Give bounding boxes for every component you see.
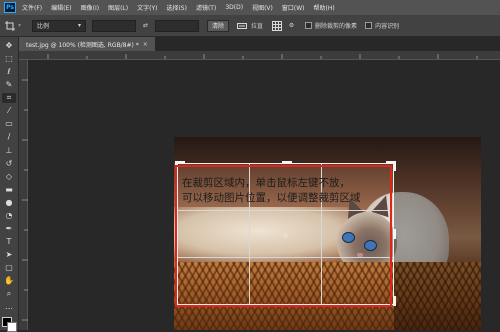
gradient-tool-icon[interactable]: ▬ bbox=[2, 185, 16, 195]
ratio-select[interactable]: 比例 ▾ bbox=[32, 19, 87, 32]
document-tab-title: test.jpg @ 100% (检测图选, RGB/8#) * bbox=[26, 41, 139, 49]
tools-panel: ✥ ⬚ ℓ ✎ ⌗ ⁄ ▭ ∕ ⊥ ↺ ◇ ▬ ● ◔ ✒ T ➤ ▢ ✋ ⌕ … bbox=[0, 37, 19, 332]
crop-handle-right[interactable] bbox=[393, 229, 396, 239]
annotation-caption: 在裁剪区域内，单击鼠标左键不放， 可以移动图片位置，以便调整裁剪区域 bbox=[182, 177, 361, 204]
type-tool-icon[interactable]: T bbox=[2, 237, 16, 247]
menu-view[interactable]: 视图(V) bbox=[252, 3, 273, 12]
zoom-tool-icon[interactable]: ⌕ bbox=[2, 289, 16, 299]
photoshop-logo[interactable]: Ps bbox=[4, 2, 16, 13]
options-bar: ▾ 比例 ▾ ⇄ 清除 拉直 ⚙ 删除裁剪的像素 内容识别 bbox=[0, 15, 500, 37]
shape-tool-icon[interactable]: ▢ bbox=[2, 263, 16, 273]
lasso-tool-icon[interactable]: ℓ bbox=[2, 67, 16, 77]
crosshair-cursor-icon: + bbox=[282, 231, 289, 240]
delete-cropped-checkbox[interactable] bbox=[305, 22, 313, 29]
hand-tool-icon[interactable]: ✋ bbox=[2, 276, 16, 286]
width-field[interactable] bbox=[92, 19, 137, 32]
menu-file[interactable]: 文件(F) bbox=[22, 3, 42, 12]
content-aware-checkbox[interactable] bbox=[365, 22, 373, 29]
menu-layer[interactable]: 图层(L) bbox=[108, 3, 128, 12]
straighten-icon[interactable] bbox=[236, 20, 247, 31]
preset-dropdown-arrow-icon[interactable]: ▾ bbox=[18, 22, 21, 29]
eyedropper-tool-icon[interactable]: ⁄ bbox=[2, 106, 16, 116]
gear-icon[interactable]: ⚙ bbox=[286, 20, 297, 31]
marquee-tool-icon[interactable]: ⬚ bbox=[2, 54, 16, 64]
chevron-down-icon: ▾ bbox=[78, 22, 82, 29]
background-color-swatch[interactable] bbox=[7, 322, 17, 332]
crop-shield-top bbox=[174, 137, 394, 163]
quick-select-tool-icon[interactable]: ✎ bbox=[2, 80, 16, 90]
menu-edit[interactable]: 编辑(E) bbox=[51, 3, 71, 12]
crop-handle-bottom-right-v[interactable] bbox=[393, 296, 396, 306]
brush-tool-icon[interactable]: ∕ bbox=[2, 132, 16, 142]
horizontal-ruler[interactable] bbox=[19, 51, 500, 60]
delete-cropped-label: 删除裁剪的像素 bbox=[315, 23, 358, 30]
ratio-select-value: 比例 bbox=[37, 23, 50, 30]
eraser-tool-icon[interactable]: ◇ bbox=[2, 172, 16, 182]
clone-stamp-tool-icon[interactable]: ⊥ bbox=[2, 146, 16, 156]
document-tab[interactable]: test.jpg @ 100% (检测图选, RGB/8#) * × bbox=[19, 37, 155, 51]
delete-cropped-pixels-option[interactable]: 删除裁剪的像素 bbox=[305, 21, 357, 30]
menu-filter[interactable]: 滤镜(T) bbox=[196, 3, 216, 12]
menu-bar: Ps 文件(F) 编辑(E) 图像(I) 图层(L) 文字(Y) 选择(S) 滤… bbox=[0, 0, 500, 15]
frame-tool-icon[interactable]: ▭ bbox=[2, 119, 16, 129]
content-aware-label: 内容识别 bbox=[375, 23, 400, 30]
more-tools-icon[interactable]: … bbox=[2, 302, 16, 312]
crop-shield-right bbox=[394, 137, 481, 330]
color-swatches[interactable] bbox=[2, 317, 17, 332]
blur-tool-icon[interactable]: ● bbox=[2, 198, 16, 208]
crop-handle-top-right-v[interactable] bbox=[393, 161, 396, 171]
menu-3d[interactable]: 3D(D) bbox=[225, 4, 243, 11]
path-select-tool-icon[interactable]: ➤ bbox=[2, 250, 16, 260]
overlay-grid-icon[interactable] bbox=[271, 20, 282, 31]
menu-image[interactable]: 图像(I) bbox=[81, 3, 99, 12]
menu-window[interactable]: 窗口(W) bbox=[282, 3, 305, 12]
crop-tool-preset-icon[interactable] bbox=[4, 20, 15, 31]
crop-tool-icon[interactable]: ⌗ bbox=[2, 93, 16, 104]
vertical-ruler[interactable] bbox=[19, 60, 28, 330]
menu-type[interactable]: 文字(Y) bbox=[137, 3, 157, 12]
dodge-tool-icon[interactable]: ◔ bbox=[2, 211, 16, 221]
menu-select[interactable]: 选择(S) bbox=[166, 3, 187, 12]
straighten-label[interactable]: 拉直 bbox=[251, 21, 263, 30]
move-tool-icon[interactable]: ✥ bbox=[2, 41, 16, 51]
close-icon[interactable]: × bbox=[143, 41, 148, 48]
clear-button[interactable]: 清除 bbox=[207, 19, 230, 32]
height-field[interactable] bbox=[155, 19, 200, 32]
history-brush-tool-icon[interactable]: ↺ bbox=[2, 159, 16, 169]
crop-handle-top[interactable] bbox=[282, 161, 292, 164]
menu-help[interactable]: 帮助(H) bbox=[314, 3, 335, 12]
content-aware-option[interactable]: 内容识别 bbox=[365, 21, 399, 30]
pen-tool-icon[interactable]: ✒ bbox=[2, 224, 16, 234]
swap-arrows-icon[interactable]: ⇄ bbox=[140, 20, 151, 31]
